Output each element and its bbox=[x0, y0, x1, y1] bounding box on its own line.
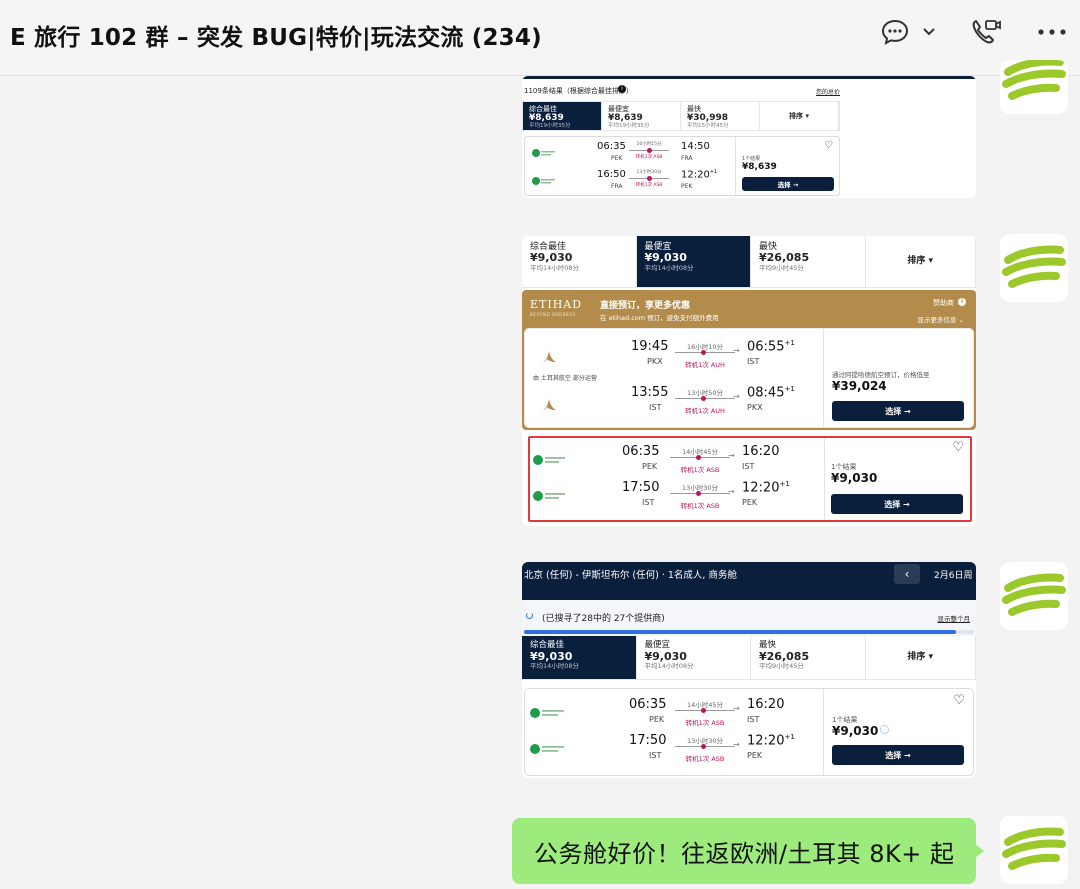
flight-screenshot-2[interactable]: 综合最佳 ¥9,030 平均14小时08分 最便宜 ¥9,030 平均14小时08分 最… bbox=[522, 236, 976, 526]
flight-leg: 06:35 PEK 14小时45分 → 转机1次 ASB 16:20 IST bbox=[525, 695, 825, 735]
sort-tabs: 综合最佳 ¥9,030 平均14小时08分 最便宜 ¥9,030 平均14小时08分 最… bbox=[522, 636, 976, 680]
green-stripes-logo-icon bbox=[1002, 245, 1066, 288]
flight-leg: 19:45 PKX 16小时10分 → 转机1次 AUH 06:55+1 IST bbox=[525, 335, 825, 375]
price-column: 通过阿提哈德航空预订，价格低至 ¥39,024 选择 → bbox=[823, 329, 973, 427]
green-stripes-logo-icon bbox=[1002, 573, 1066, 616]
sponsored-flight-card[interactable]: 19:45 PKX 16小时10分 → 转机1次 AUH 06:55+1 IST… bbox=[524, 328, 974, 428]
flight-result-card[interactable]: 06:35 PEK 16小时15分 转机1次 ASB 14:50 FRA 16:… bbox=[524, 136, 840, 196]
airline-logo-icon bbox=[533, 491, 565, 501]
total-price-link[interactable]: 您的总价 bbox=[816, 87, 840, 96]
flight-screenshot-3[interactable]: 北京 (任何) - 伊斯坦布尔 (任何) · 1名成人, 商务舱 ‹ 2月6日周… bbox=[522, 562, 976, 778]
show-more-link[interactable]: 显示更多信息 ⌄ bbox=[917, 314, 964, 324]
tab-fastest[interactable]: 最快 ¥26,085 平均9小时45分 bbox=[751, 236, 866, 287]
flight-screenshot-1[interactable]: 1109条结果（根据综合最佳排序） i 您的总价 综合最佳 ¥8,639 平均19小… bbox=[522, 76, 976, 198]
airline-logo-icon bbox=[530, 708, 564, 718]
select-button[interactable]: 选择 → bbox=[831, 494, 963, 514]
tab-fastest[interactable]: 最快 ¥26,085 平均9小时45分 bbox=[751, 636, 866, 679]
highlighted-flight-card[interactable]: 06:35 PEK 14小时45分 → 转机1次 ASB 16:20 IST 1… bbox=[528, 436, 972, 522]
tab-sort[interactable]: 排序 ▾ bbox=[865, 636, 976, 679]
info-icon[interactable]: i bbox=[958, 298, 966, 306]
airline-logo-icon bbox=[533, 455, 565, 465]
loading-spinner-icon bbox=[526, 612, 533, 619]
flight-leg: 06:35 PEK 14小时45分 → 转机1次 ASB 16:20 IST bbox=[530, 442, 830, 482]
flight-leg: 17:50 IST 13小时30分 → 转机1次 ASB 12:20+1 PEK bbox=[530, 480, 830, 520]
more-icon[interactable] bbox=[1034, 14, 1070, 50]
ad-subline: 在 etihad.com 预订，避免支付额外费用 bbox=[600, 314, 719, 322]
etihad-ad[interactable]: ETIHAD BEYOND BORDERS 直接预订，享更多优惠 在 etiha… bbox=[522, 290, 976, 430]
tab-cheapest[interactable]: 最便宜 ¥9,030 平均14小时08分 bbox=[636, 636, 751, 679]
tab-cheapest[interactable]: 最便宜 ¥9,030 平均14小时08分 bbox=[636, 236, 751, 287]
avatar[interactable] bbox=[1000, 816, 1068, 884]
tab-best[interactable]: 综合最佳 ¥9,030 平均14小时08分 bbox=[522, 236, 637, 287]
search-summary-bar: 北京 (任何) - 伊斯坦布尔 (任何) · 1名成人, 商务舱 ‹ 2月6日周 bbox=[522, 562, 976, 600]
message-text: 公务舱好价！往返欧洲/土耳其 8K+ 起 bbox=[534, 840, 955, 868]
chevron-left-icon[interactable]: ‹ bbox=[894, 564, 920, 584]
sponsor-label: 赞助商 bbox=[933, 299, 954, 307]
airline-logo-icon bbox=[532, 177, 555, 185]
sort-tabs: 综合最佳 ¥8,639 平均19小时35分 最便宜 ¥8,639 平均19小时35分 最… bbox=[522, 101, 840, 131]
airline-logo-icon bbox=[532, 149, 555, 157]
info-icon: i bbox=[618, 85, 626, 93]
heart-icon[interactable]: ♡ bbox=[824, 140, 833, 151]
search-progress: (已搜寻了28中的 27个提供商) 显示整个月 bbox=[522, 600, 976, 636]
tab-sort[interactable]: 排序 ▾ bbox=[865, 236, 976, 287]
flight-result-card[interactable]: 06:35 PEK 14小时45分 → 转机1次 ASB 16:20 IST 1… bbox=[524, 688, 974, 776]
date-label: 2月6日周 bbox=[934, 571, 973, 581]
etihad-bird-icon bbox=[542, 351, 556, 363]
etihad-bird-icon bbox=[542, 399, 556, 411]
heart-icon[interactable]: ♡ bbox=[953, 693, 965, 708]
select-button[interactable]: 选择 → bbox=[832, 745, 964, 765]
route-summary: 北京 (任何) - 伊斯坦布尔 (任何) · 1名成人, 商务舱 bbox=[524, 570, 737, 581]
heart-icon[interactable]: ♡ bbox=[952, 440, 964, 455]
show-month-link[interactable]: 显示整个月 bbox=[938, 613, 971, 623]
avatar[interactable] bbox=[1000, 234, 1068, 302]
result-count-header: 1109条结果（根据综合最佳排序） bbox=[524, 87, 633, 95]
avatar[interactable] bbox=[1000, 562, 1068, 630]
video-call-icon[interactable] bbox=[968, 14, 1004, 50]
green-stripes-logo-icon bbox=[1002, 60, 1066, 110]
chat-header: E 旅行 102 群 – 突发 BUG|特价|玩法交流 (234) bbox=[0, 0, 1080, 76]
tab-best[interactable]: 综合最佳 ¥8,639 平均19小时35分 bbox=[523, 102, 602, 130]
chat-bubble-icon[interactable] bbox=[878, 14, 912, 50]
loading-spinner-icon bbox=[880, 725, 889, 734]
price-column: ♡ 1个结果 ¥9,030 选择 → bbox=[823, 689, 973, 775]
ad-headline: 直接预订，享更多优惠 bbox=[600, 301, 691, 311]
chat-title: E 旅行 102 群 – 突发 BUG|特价|玩法交流 (234) bbox=[10, 25, 542, 51]
select-button[interactable]: 选择 → bbox=[832, 401, 964, 421]
message-bubble[interactable]: 公务舱好价！往返欧洲/土耳其 8K+ 起 bbox=[512, 818, 984, 884]
chevron-down-icon[interactable] bbox=[918, 14, 940, 50]
tab-best[interactable]: 综合最佳 ¥9,030 平均14小时08分 bbox=[522, 636, 637, 679]
airline-logo-icon bbox=[530, 744, 564, 754]
price-column: ♡ 1个结果 ¥8,639 选择 → bbox=[735, 137, 839, 195]
green-stripes-logo-icon bbox=[1002, 827, 1066, 870]
avatar[interactable] bbox=[1000, 60, 1068, 114]
tab-fastest[interactable]: 最快 ¥30,998 平均15小时45分 bbox=[681, 102, 760, 130]
price-column: ♡ 1个结果 ¥9,030 选择 → bbox=[824, 438, 970, 520]
etihad-logo: ETIHAD bbox=[530, 298, 583, 311]
tab-cheapest[interactable]: 最便宜 ¥8,639 平均19小时35分 bbox=[602, 102, 681, 130]
flight-leg: 13:55 IST 13小时50分 → 转机1次 AUH 08:45+1 PKX bbox=[525, 385, 825, 425]
operated-by-label: 由 土耳其航空 部分运营 bbox=[533, 375, 597, 382]
flight-leg: 17:50 IST 13小时30分 → 转机1次 ASB 12:20+1 PEK bbox=[525, 733, 825, 773]
tab-sort[interactable]: 排序 ▾ bbox=[760, 102, 839, 130]
select-button[interactable]: 选择 → bbox=[742, 177, 834, 191]
progress-bar bbox=[524, 630, 974, 634]
sort-tabs: 综合最佳 ¥9,030 平均14小时08分 最便宜 ¥9,030 平均14小时08分 最… bbox=[522, 236, 976, 288]
